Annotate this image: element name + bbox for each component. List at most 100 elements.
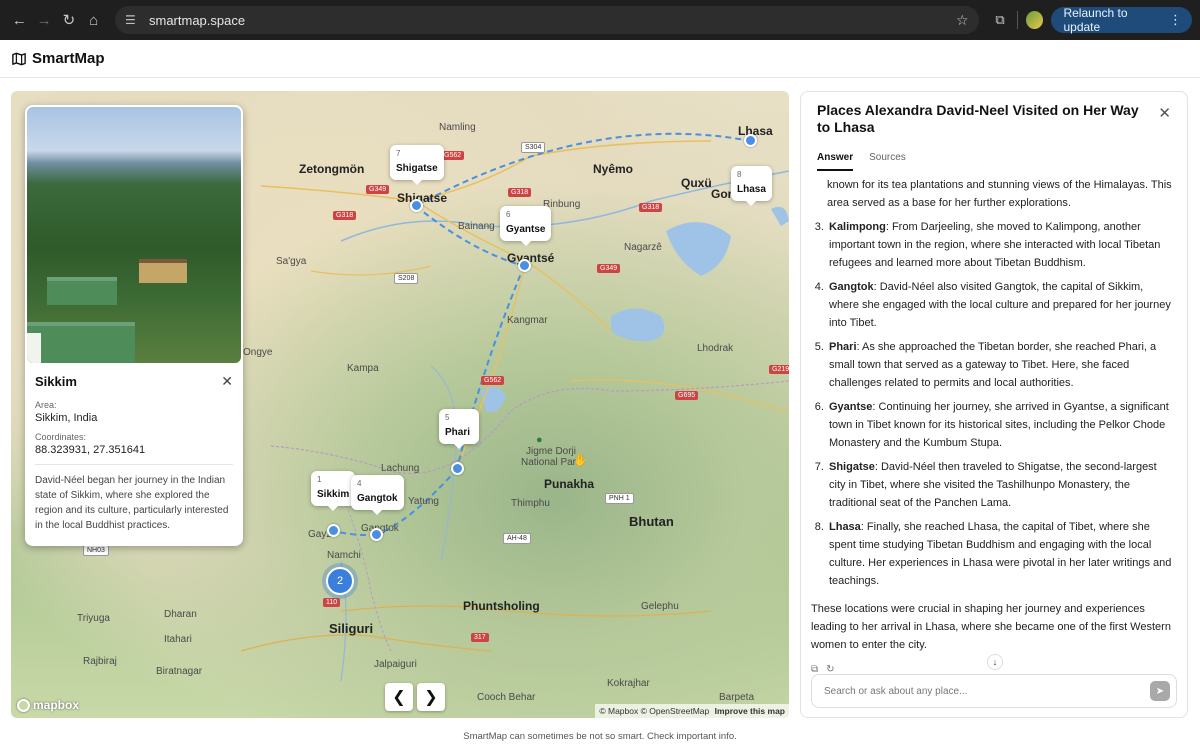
marker-cluster[interactable]: 2 — [326, 567, 354, 595]
photo-house — [27, 322, 135, 363]
url-text: smartmap.space — [149, 12, 246, 28]
map-label: Itahari — [164, 634, 192, 645]
marker-lhasa[interactable] — [744, 134, 757, 147]
attribution-text[interactable]: © Mapbox © OpenStreetMap — [599, 706, 709, 716]
marker-sikkim[interactable] — [327, 524, 340, 537]
improve-map-link[interactable]: Improve this map — [715, 706, 785, 716]
back-icon[interactable]: ← — [8, 8, 31, 32]
close-icon[interactable]: ✕ — [221, 373, 233, 390]
footer-note: SmartMap can sometimes be not so smart. … — [463, 731, 737, 742]
mapbox-icon — [17, 698, 30, 712]
answer-continued-text: known for its tea plantations and stunni… — [827, 179, 1172, 209]
coordinates-label: Coordinates: — [35, 432, 87, 442]
park-icon: ● — [536, 434, 543, 446]
pin-card-gangtok[interactable]: 4 Gangtok — [351, 475, 404, 515]
list-item: Gyantse: Continuing her journey, she arr… — [827, 398, 1175, 452]
map-label: Gelephu — [641, 601, 679, 612]
map-label: Quxü — [681, 176, 712, 190]
marker-gyantse[interactable] — [518, 259, 531, 272]
star-icon[interactable]: ☆ — [956, 12, 969, 29]
map-canvas[interactable]: Namling Zetongmön Nyêmo Lhasa Shigatse R… — [11, 91, 789, 718]
area-label: Area: — [35, 400, 57, 410]
site-info-icon[interactable]: ☰ — [125, 13, 141, 27]
place-popup: Sikkim ✕ Area: Sikkim, India Coordinates… — [25, 105, 243, 546]
relaunch-button[interactable]: Relaunch to update ⋮ — [1051, 6, 1193, 34]
map-label: Thimphu — [511, 498, 550, 509]
answer-content[interactable]: known for its tea plantations and stunni… — [811, 176, 1175, 662]
place-text: : As she approached the Tibetan border, … — [829, 341, 1157, 389]
map-icon — [12, 52, 26, 65]
list-item: Lhasa: Finally, she reached Lhasa, the c… — [827, 518, 1175, 590]
road-shield: G318 — [333, 211, 357, 220]
tab-answer[interactable]: Answer — [817, 152, 854, 171]
map-label: Lachung — [381, 463, 420, 474]
panel-tabs: Answer Sources — [817, 152, 922, 171]
list-item: Phari: As she approached the Tibetan bor… — [827, 338, 1175, 392]
page: SmartMap Namling Zetongmön Nyêmo Lhasa S… — [0, 40, 1200, 752]
extensions-icon[interactable]: ⧉ — [991, 10, 1010, 30]
address-bar[interactable]: ☰ smartmap.space ☆ — [115, 6, 979, 34]
pin-name: Gangtok — [357, 493, 398, 504]
hand-cursor-icon: ✋ — [573, 453, 588, 467]
popup-title: Sikkim — [35, 374, 77, 389]
map-label: Ongye — [243, 347, 273, 358]
road-shield: S208 — [394, 273, 419, 284]
pin-card-phari[interactable]: 5 Phari — [439, 409, 479, 449]
reload-icon[interactable]: ↻ — [58, 8, 81, 32]
road-shield: G318 — [639, 203, 663, 212]
map-label: Siliguri — [329, 621, 374, 636]
map-label: Punakha — [544, 477, 595, 491]
panel-title: Places Alexandra David-Neel Visited on H… — [817, 102, 1139, 135]
place-name: Kalimpong — [829, 221, 886, 233]
place-text: : Finally, she reached Lhasa, the capita… — [829, 521, 1172, 587]
prev-place-button[interactable]: ❮ — [385, 683, 413, 711]
next-place-button[interactable]: ❯ — [417, 683, 445, 711]
map-label: Lhodrak — [697, 343, 734, 354]
toolbar-divider — [1017, 11, 1019, 29]
map-label: Bhutan — [629, 514, 674, 529]
area-value: Sikkim, India — [35, 412, 98, 424]
home-icon[interactable]: ⌂ — [82, 8, 105, 32]
pin-number: 4 — [357, 479, 362, 488]
place-name: Gangtok — [829, 281, 874, 293]
map-label: Jalpaiguri — [374, 659, 417, 670]
mapbox-logo[interactable]: mapbox — [17, 698, 79, 712]
road-shield: G349 — [366, 185, 390, 194]
arrow-down-icon[interactable]: ↓ — [987, 654, 1003, 670]
pin-card-lhasa[interactable]: 8 Lhasa — [731, 166, 772, 206]
map-label: Yatung — [408, 496, 439, 507]
search-box: ➤ — [811, 674, 1177, 708]
map-label: Kampa — [347, 363, 379, 374]
place-photo — [27, 107, 241, 363]
relaunch-label: Relaunch to update — [1063, 6, 1128, 34]
forward-icon[interactable]: → — [33, 8, 56, 32]
pin-card-sikkim[interactable]: 1 Sikkim — [311, 471, 356, 511]
place-name: Lhasa — [829, 521, 861, 533]
map-label: Dharan — [164, 609, 197, 620]
tab-sources[interactable]: Sources — [869, 152, 906, 171]
photo-house — [139, 259, 187, 283]
close-icon[interactable]: ✕ — [1158, 104, 1171, 122]
list-item: Shigatse: David-Néel then traveled to Sh… — [827, 458, 1175, 512]
list-item: Kalimpong: From Darjeeling, she moved to… — [827, 218, 1175, 272]
map-label: Rajbiraj — [83, 656, 117, 667]
pin-card-gyantse[interactable]: 6 Gyantse — [500, 206, 552, 246]
map-label: Kokrajhar — [607, 678, 650, 689]
road-shield: G562 — [481, 376, 505, 385]
pin-card-shigatse[interactable]: 7 Shigatse — [390, 145, 444, 185]
list-item: Gangtok: David-Néel also visited Gangtok… — [827, 278, 1175, 332]
profile-avatar[interactable] — [1026, 11, 1044, 29]
place-name: Shigatse — [829, 461, 875, 473]
marker-phari[interactable] — [451, 462, 464, 475]
menu-dots-icon[interactable]: ⋮ — [1169, 12, 1182, 28]
map-label: Kangmar — [507, 315, 548, 326]
map-label: Namling — [439, 122, 476, 133]
road-shield: AH-48 — [503, 533, 531, 544]
search-input[interactable] — [824, 685, 1150, 697]
marker-shigatse[interactable] — [410, 199, 423, 212]
send-icon[interactable]: ➤ — [1150, 681, 1170, 701]
pin-number: 5 — [445, 413, 450, 422]
marker-gangtok[interactable] — [370, 528, 383, 541]
map-label: Triyuga — [77, 613, 110, 624]
map-label: Cooch Behar — [477, 692, 536, 703]
